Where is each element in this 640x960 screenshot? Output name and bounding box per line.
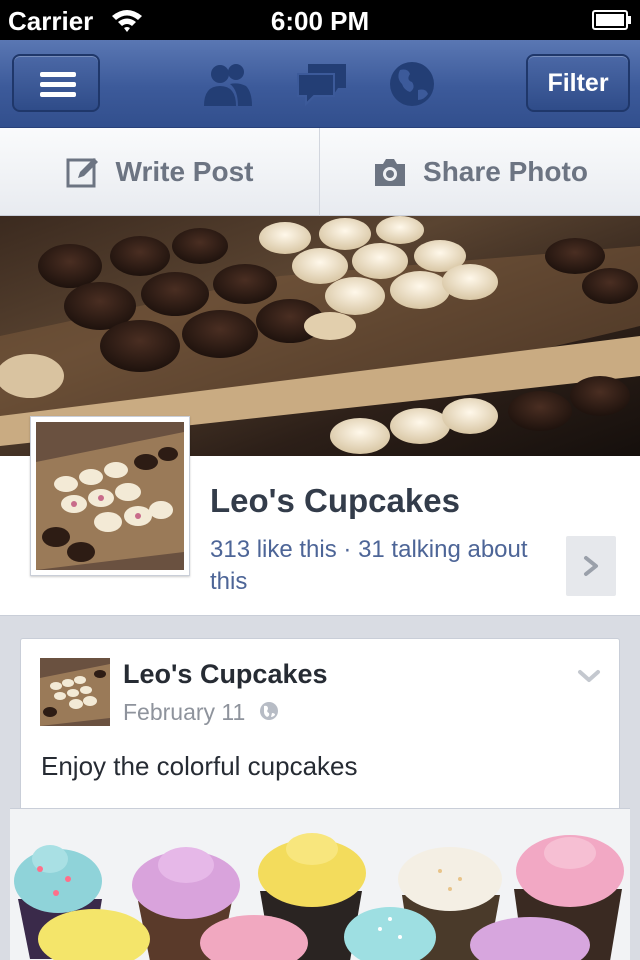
pencil-icon — [66, 158, 98, 188]
write-post-button[interactable]: Write Post — [0, 128, 320, 216]
post-photo[interactable] — [10, 808, 630, 960]
post-message: Enjoy the colorful cupcakes — [41, 751, 358, 781]
page-stats-link[interactable]: 313 like this · 31 talking about this — [210, 534, 540, 598]
friends-icon[interactable] — [200, 60, 256, 108]
chevron-down-icon[interactable] — [577, 667, 601, 685]
share-photo-button[interactable]: Share Photo — [321, 128, 640, 216]
camera-icon — [375, 159, 406, 186]
page-profile-picture[interactable] — [30, 416, 190, 576]
colorful-cupcakes-image — [10, 809, 630, 960]
status-bar: Carrier 6:00 PM — [0, 0, 640, 40]
messages-icon[interactable] — [294, 60, 350, 108]
cupcake-tray-thumbnail — [40, 658, 110, 726]
cupcake-tray-image — [36, 422, 184, 570]
write-post-label: Write Post — [115, 156, 254, 187]
chevron-right-icon — [584, 556, 598, 576]
post-timestamp[interactable]: February 11 — [123, 699, 245, 726]
filter-button[interactable]: Filter — [526, 54, 630, 112]
share-photo-label: Share Photo — [423, 156, 588, 187]
post-author-avatar[interactable] — [40, 658, 110, 726]
battery-icon — [592, 10, 631, 30]
publisher-bar: Write Post Share Photo — [0, 128, 640, 216]
clock: 6:00 PM — [270, 6, 370, 36]
page-header: Leo's Cupcakes 313 like this · 31 talkin… — [0, 416, 640, 616]
page-details-button[interactable] — [566, 536, 616, 596]
globe-icon[interactable] — [386, 60, 442, 108]
public-audience-icon — [260, 702, 278, 720]
page-title: Leo's Cupcakes — [210, 482, 460, 519]
post-author-name[interactable]: Leo's Cupcakes — [123, 659, 328, 690]
navigation-bar: Filter — [0, 40, 640, 128]
menu-button[interactable] — [12, 54, 100, 112]
